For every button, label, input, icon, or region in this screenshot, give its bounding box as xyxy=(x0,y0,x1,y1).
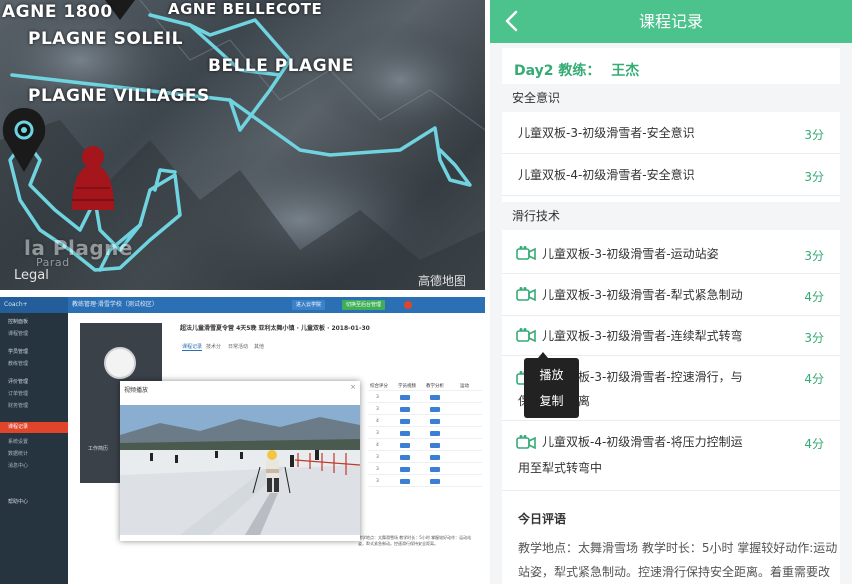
evaluation-body: 教学地点：太舞滑雪场 教学时长：5小时 掌握较好动作:运动 站姿，犁式紧急制动。… xyxy=(518,536,838,584)
video-player[interactable] xyxy=(120,405,360,535)
sidebar-item[interactable]: 订单管理 xyxy=(0,389,68,400)
item-score: 4分 xyxy=(804,290,824,304)
video-camera-icon[interactable] xyxy=(516,328,536,342)
item-score: 3分 xyxy=(804,331,824,345)
item-score: 4分 xyxy=(804,372,824,386)
item-label: 儿童双板-3-初级滑雪者-安全意识 xyxy=(518,126,695,140)
tab-skill[interactable]: 技术分 xyxy=(206,343,221,350)
item-label-line2: 用至犁式转弯中 xyxy=(518,461,603,475)
video-camera-icon[interactable] xyxy=(516,246,536,260)
item-label: 儿童双板-3-初级滑雪者-运动站姿 xyxy=(542,247,719,261)
evaluation-text: 教学地点：太舞滑雪场 教学时长：5小时 掌握较好动作：运动站姿，犁式紧急制动。控… xyxy=(358,535,472,546)
map-provider-logo: 高德地图 xyxy=(418,274,467,288)
tab-course-record[interactable]: 课程记录 xyxy=(182,343,203,351)
sidebar-item[interactable]: 教练管理 xyxy=(0,359,68,370)
category-label: 滑行技术 xyxy=(512,209,561,223)
sidebar-item[interactable]: 系统设置 xyxy=(0,437,68,448)
item-score: 3分 xyxy=(804,128,824,142)
sidebar-item[interactable]: 评价管理 xyxy=(0,377,68,388)
list-item[interactable]: 儿童双板-3-初级滑雪者-连续犁式转弯 3分 xyxy=(502,316,840,356)
day-coach-heading: Day2 教练： 王杰 xyxy=(514,60,639,80)
school-name: 教练管理·滑雪学校（测试校区） xyxy=(72,301,158,308)
place-label: BELLE PLAGNE xyxy=(208,56,355,76)
notification-icon[interactable] xyxy=(404,301,412,309)
table-row: 3 xyxy=(368,393,482,403)
list-item[interactable]: 儿童双板-3-初级滑雪者-安全意识 3分 xyxy=(502,112,840,154)
category-header: 安全意识 xyxy=(502,84,840,112)
table-row: 4 xyxy=(368,441,482,451)
list-item[interactable]: 儿童双板-4-初级滑雪者-将压力控制运 用至犁式转弯中 4分 xyxy=(502,421,840,491)
evaluation-line: 教学地点：太舞滑雪场 教学时长：5小时 掌握较好动作:运动 xyxy=(518,541,838,555)
table-row: 3 xyxy=(368,429,482,439)
day-label: Day2 xyxy=(514,63,554,79)
tab-daily[interactable]: 日常活动 xyxy=(228,343,248,350)
sidebar-item[interactable]: 消息中心 xyxy=(0,461,68,472)
item-label-line1: 儿童双板-4-初级滑雪者-将压力控制运 xyxy=(542,435,743,449)
lesson-title: 超法儿童滑雪夏令营 4天5晚 亚利太舞小镇 · 儿童双板 · 2018-01-3… xyxy=(180,325,370,332)
back-button[interactable] xyxy=(498,6,526,36)
sidebar-item[interactable]: 控制面板 xyxy=(0,317,68,328)
table-row: 3 xyxy=(368,465,482,475)
course-record-screen: 课程记录 Day2 教练： 王杰 安全意识 儿童双板-3-初级滑雪者-安全意识 … xyxy=(490,0,852,584)
tab-other[interactable]: 其他 xyxy=(254,343,264,350)
list-item[interactable]: 儿童双板-4-初级滑雪者-安全意识 3分 xyxy=(502,154,840,196)
app-header: 课程记录 xyxy=(490,0,852,43)
copy-button[interactable]: 复制 xyxy=(524,392,579,409)
category-header: 滑行技术 xyxy=(502,202,840,230)
ski-video-frame xyxy=(120,405,360,535)
admin-topbar: Coach+ 教练管理·滑雪学校（测试校区） 进入云学院 切换至后台管理 xyxy=(0,297,485,313)
video-modal[interactable]: 视频播放 × xyxy=(120,381,360,541)
cloud-academy-button[interactable]: 进入云学院 xyxy=(292,300,326,310)
table-row: 3 xyxy=(368,453,482,463)
sidebar-item[interactable]: 学员管理 xyxy=(0,347,68,358)
item-score: 4分 xyxy=(804,437,824,451)
video-camera-icon[interactable] xyxy=(516,435,536,449)
coach-label: 教练： xyxy=(558,63,601,79)
list-item[interactable]: 儿童双板-3-初级滑雪者-运动站姿 3分 xyxy=(502,234,840,274)
place-label: PLAGNE SOLEIL xyxy=(28,29,183,49)
admin-sidebar: 控制面板 课程管理 学员管理 教练管理 评价管理 订单管理 财务管理 课程记录 … xyxy=(0,313,68,584)
chevron-left-icon xyxy=(505,10,518,32)
item-score: 3分 xyxy=(804,249,824,263)
coach-name: 王杰 xyxy=(611,63,640,79)
table-row: 3 xyxy=(368,405,482,415)
place-label: PLAGNE VILLAGES xyxy=(28,86,210,106)
video-camera-icon[interactable] xyxy=(516,287,536,301)
close-icon[interactable]: × xyxy=(350,383,356,391)
popover-arrow xyxy=(538,352,548,358)
video-action-popover: 播放 复制 xyxy=(524,352,579,418)
avatar xyxy=(104,347,136,379)
sidebar-item[interactable]: 课程管理 xyxy=(0,329,68,340)
switch-admin-button[interactable]: 切换至后台管理 xyxy=(342,300,386,310)
list-item[interactable]: 儿童双板-3-初级滑雪者-犁式紧急制动 4分 xyxy=(502,274,840,316)
evaluation-line: 站姿，犁式紧急制动。控速滑行保持安全距离。着重需要改 xyxy=(518,565,831,579)
legal-link[interactable]: Legal xyxy=(14,268,49,283)
sidebar-item[interactable]: 帮助中心 xyxy=(0,497,68,508)
table-header: 综合评分 学员视频 教学分析 运动 xyxy=(368,381,482,391)
brand-logo[interactable]: Coach+ xyxy=(0,297,68,313)
sidebar-item[interactable]: 数据统计 xyxy=(0,449,68,460)
sidebar-item-course-record[interactable]: 课程记录 xyxy=(0,422,68,433)
map-view[interactable]: AGNE 1800 AGNE BELLECOTE PLAGNE SOLEIL B… xyxy=(0,0,485,290)
place-label: AGNE BELLECOTE xyxy=(168,0,323,18)
category-label: 安全意识 xyxy=(512,91,561,105)
item-label: 儿童双板-4-初级滑雪者-安全意识 xyxy=(518,168,695,182)
sidebar-item[interactable]: 财务管理 xyxy=(0,401,68,412)
place-label: AGNE 1800 xyxy=(2,2,113,22)
evaluation-heading: 今日评语 xyxy=(518,512,567,526)
play-button[interactable]: 播放 xyxy=(524,366,579,383)
table-row: 3 xyxy=(368,477,482,487)
page-title: 课程记录 xyxy=(638,12,703,31)
item-score: 3分 xyxy=(804,170,824,184)
coach-admin-screenshot: Coach+ 教练管理·滑雪学校（测试校区） 进入云学院 切换至后台管理 控制面… xyxy=(0,297,485,584)
item-label: 儿童双板-3-初级滑雪者-犁式紧急制动 xyxy=(542,288,743,302)
record-list: Day2 教练： 王杰 安全意识 儿童双板-3-初级滑雪者-安全意识 3分 儿童… xyxy=(502,48,840,584)
item-label: 儿童双板-3-初级滑雪者-连续犁式转弯 xyxy=(542,329,743,343)
profile-label: 工作简历 xyxy=(88,446,109,452)
table-row: 4 xyxy=(368,417,482,427)
admin-content: 工作简历 超法儿童滑雪夏令营 4天5晚 亚利太舞小镇 · 儿童双板 · 2018… xyxy=(68,313,485,584)
modal-title: 视频播放 xyxy=(124,387,149,394)
